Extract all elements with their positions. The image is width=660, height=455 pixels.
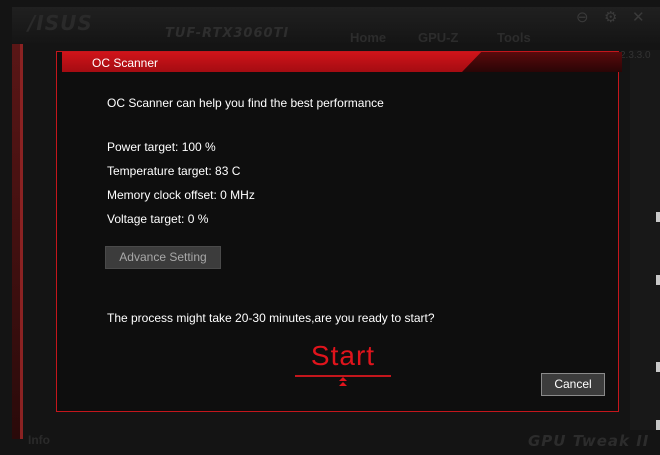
right-edge-tick <box>656 275 660 285</box>
tab-tools[interactable]: Tools <box>497 30 531 45</box>
oc-scanner-dialog: OC Scanner OC Scanner can help you find … <box>56 51 622 412</box>
dialog-intro-text: OC Scanner can help you find the best pe… <box>107 96 384 110</box>
tab-gpu-z[interactable]: GPU-Z <box>418 30 458 45</box>
close-icon[interactable]: ✕ <box>632 8 645 26</box>
left-accent-bar <box>12 44 20 439</box>
voltage-target-text: Voltage target: 0 % <box>107 212 209 226</box>
start-label: Start <box>310 340 376 371</box>
start-button[interactable]: Start <box>295 339 391 386</box>
double-chevron-up-icon <box>339 377 347 386</box>
app-info-label: Info <box>28 433 50 447</box>
dialog-header-tail <box>462 52 622 72</box>
app-logo: /ISUS <box>28 11 93 35</box>
app-version: 2.3.3.0 <box>620 50 651 61</box>
memory-clock-offset-text: Memory clock offset: 0 MHz <box>107 188 255 202</box>
app-topbar <box>12 7 660 43</box>
dialog-header: OC Scanner <box>57 52 622 74</box>
app-brand-label: GPU Tweak II <box>528 432 650 450</box>
right-edge-tick <box>656 212 660 222</box>
temperature-target-text: Temperature target: 83 C <box>107 164 241 178</box>
app-model-label: TUF-RTX3060TI <box>165 26 290 41</box>
right-edge-tick <box>656 420 660 430</box>
advance-setting-button[interactable]: Advance Setting <box>105 246 221 269</box>
tab-home[interactable]: Home <box>350 30 386 45</box>
dialog-title: OC Scanner <box>92 56 159 70</box>
minimize-icon[interactable]: ⊖ <box>576 8 589 26</box>
right-edge-tick <box>656 362 660 372</box>
right-panel-edge <box>630 50 660 430</box>
settings-icon[interactable]: ⚙ <box>604 8 617 26</box>
cancel-button[interactable]: Cancel <box>541 373 605 396</box>
power-target-text: Power target: 100 % <box>107 140 216 154</box>
left-accent-line <box>20 44 23 439</box>
dialog-question-text: The process might take 20-30 minutes,are… <box>107 311 435 325</box>
